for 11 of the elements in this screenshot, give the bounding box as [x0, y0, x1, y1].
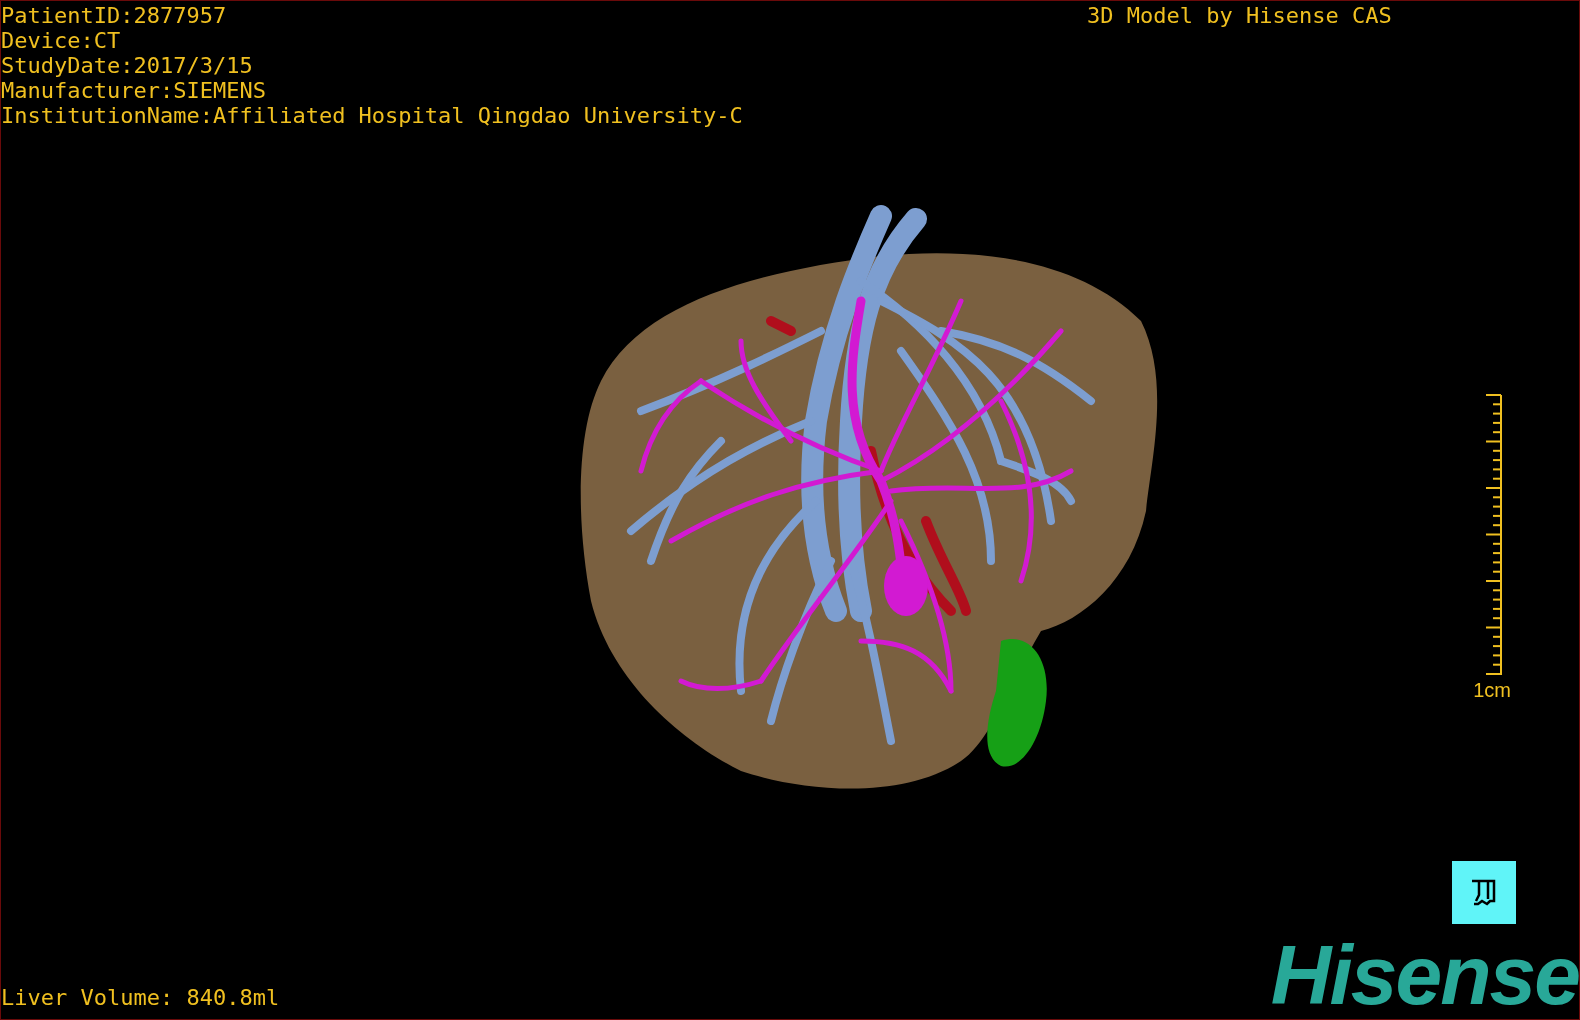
scale-ruler-icon [1484, 394, 1504, 676]
patient-info-text: Manufacturer:SIEMENS [1, 78, 267, 103]
scale-label: 1cm [1473, 678, 1511, 702]
orientation-cube[interactable] [1452, 861, 1516, 924]
patient-info-text: StudyDate:2017/3/15 [1, 53, 254, 78]
patient-info-text: PatientID:2877957 [1, 3, 228, 28]
credit-text: 3D Model by Hisense CAS [1087, 3, 1392, 28]
patient-info-text: InstitutionName:Affiliated Hospital Qingdao University-C [1, 103, 743, 128]
liver-volume-text: Liver Volume: 840.8ml [1, 985, 280, 1011]
patient-info-text: Device:CT [1, 28, 122, 53]
logo-text: Hisense [1270, 933, 1579, 1017]
